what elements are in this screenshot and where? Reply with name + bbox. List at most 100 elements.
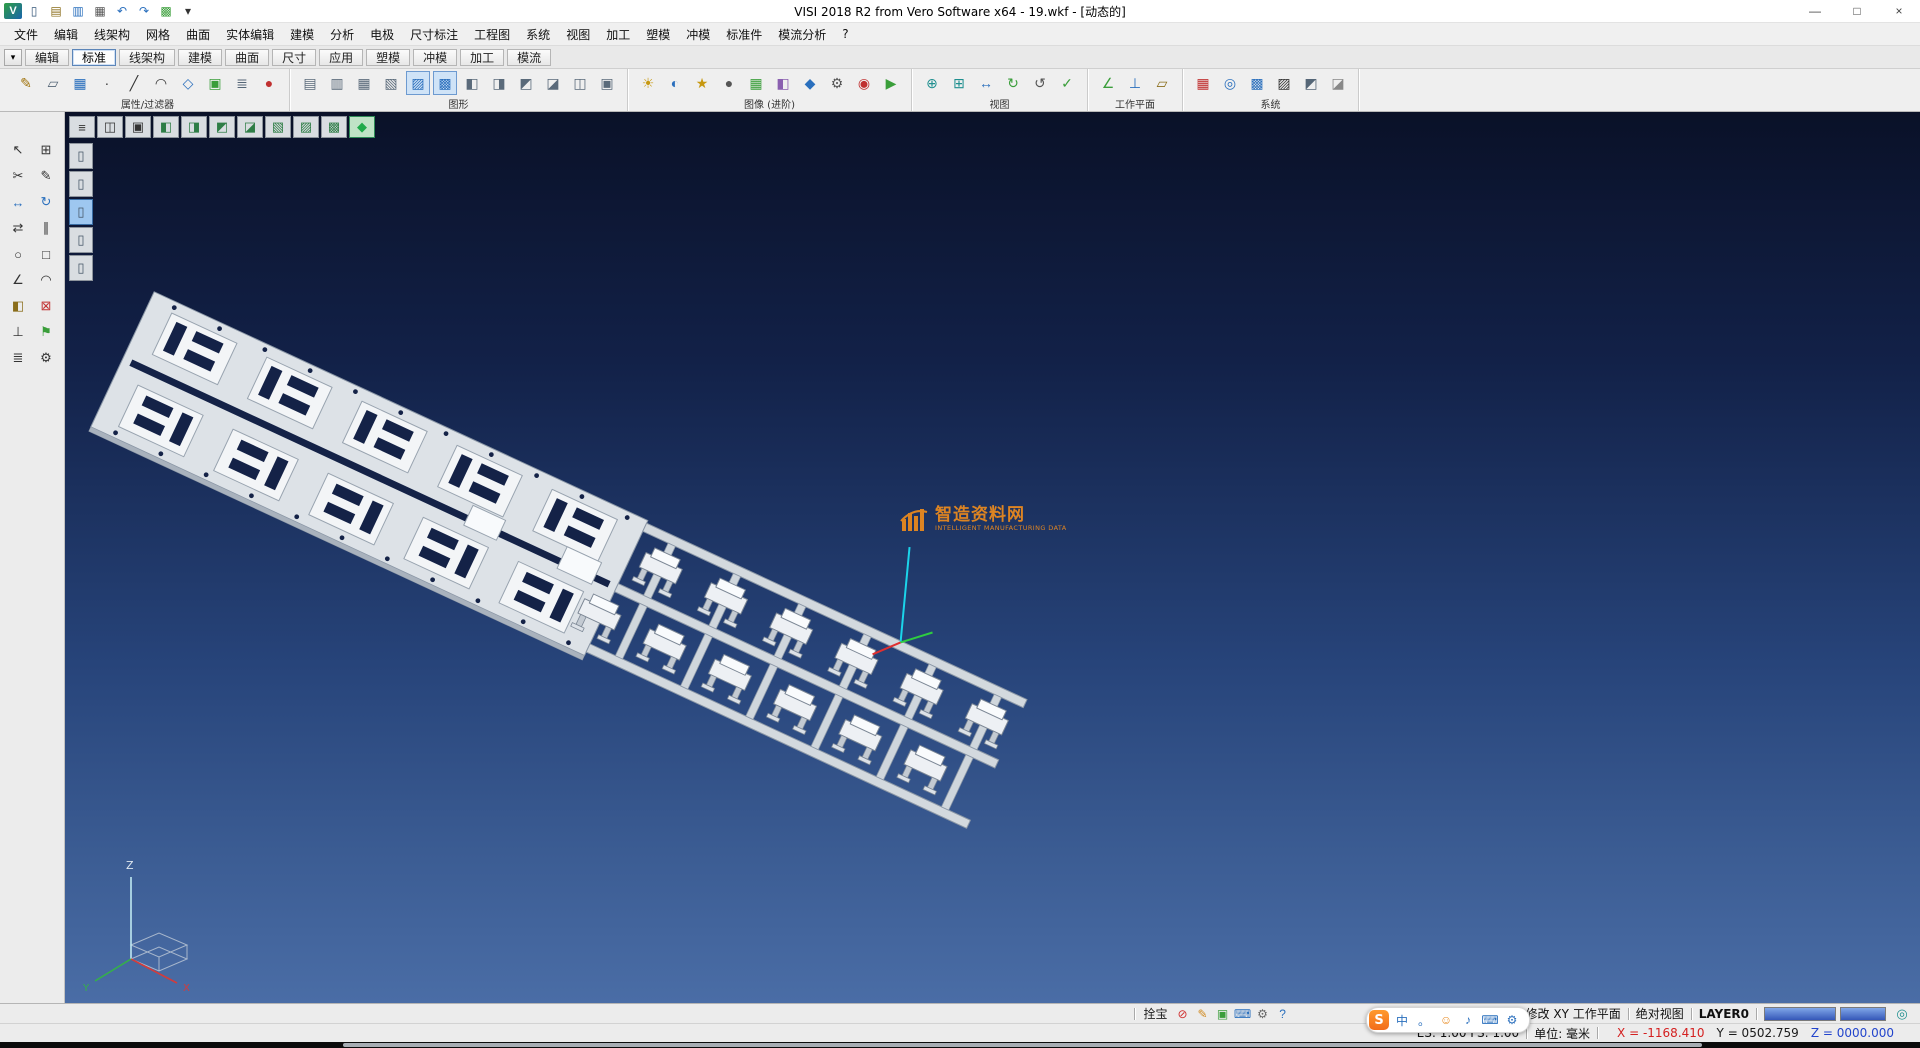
circle-icon[interactable]: ○ <box>5 242 31 266</box>
help-tool-icon[interactable]: ? <box>1274 1006 1292 1022</box>
viewport-canvas[interactable]: ≡ ◫ ▣ ◧ ◨ ◩ ◪ ▧ ▨ ▩ <box>65 112 1920 1003</box>
web-icon[interactable]: ◎ <box>1892 1006 1912 1022</box>
ime-punct-icon[interactable]: 。 <box>1413 1010 1435 1030</box>
show-points-icon[interactable]: ◩ <box>514 71 538 95</box>
ime-mic-icon[interactable]: ♪ <box>1457 1010 1479 1030</box>
shadows-icon[interactable]: ● <box>717 71 741 95</box>
view-back-icon[interactable]: ▨ <box>293 116 319 138</box>
offset-icon[interactable]: ∥ <box>33 216 59 240</box>
zoom-all-icon[interactable]: ⊕ <box>920 71 944 95</box>
menu-item[interactable]: 系统 <box>518 23 558 46</box>
view-list-icon[interactable]: ≡ <box>69 116 95 138</box>
matrix-icon[interactable]: ◩ <box>1299 71 1323 95</box>
list-icon[interactable]: ≣ <box>5 346 31 370</box>
zoom-window-icon[interactable]: ⊞ <box>947 71 971 95</box>
menu-item[interactable]: 线架构 <box>86 23 138 46</box>
filter-lines-icon[interactable]: ╱ <box>122 71 146 95</box>
show-surfaces-icon[interactable]: ◧ <box>460 71 484 95</box>
view-front-icon[interactable]: ◨ <box>181 116 207 138</box>
menu-item[interactable]: 塑模 <box>638 23 678 46</box>
maximize-button[interactable]: □ <box>1836 0 1878 22</box>
workplane-3point-icon[interactable]: ⊥ <box>1123 71 1147 95</box>
previous-view-icon[interactable]: ↺ <box>1028 71 1052 95</box>
measure-icon[interactable]: ⊥ <box>5 320 31 344</box>
multi-viewport-icon[interactable]: ▣ <box>125 116 151 138</box>
visi-logo-icon[interactable]: V <box>4 3 22 19</box>
active-layer-label[interactable]: LAYER0 <box>1699 1007 1749 1021</box>
redraw-icon[interactable]: ✓ <box>1055 71 1079 95</box>
menu-item[interactable]: 尺寸标注 <box>402 23 466 46</box>
menu-item[interactable]: 编辑 <box>46 23 86 46</box>
show-solids-icon[interactable]: ▩ <box>433 71 457 95</box>
edit-attributes-icon[interactable]: ✎ <box>14 71 38 95</box>
ime-emoji-icon[interactable]: ☺ <box>1435 1010 1457 1030</box>
move-icon[interactable]: ↔ <box>5 190 31 214</box>
menu-item[interactable]: 加工 <box>598 23 638 46</box>
menu-item[interactable]: 视图 <box>558 23 598 46</box>
menu-item[interactable]: ? <box>834 24 856 44</box>
taskbar-segment[interactable] <box>343 1043 1702 1047</box>
view-iso-icon[interactable]: ◆ <box>349 116 375 138</box>
pixel-map-icon[interactable]: ▨ <box>1272 71 1296 95</box>
keyboard-tool-icon[interactable]: ⌨ <box>1234 1006 1252 1022</box>
workplane-xy-icon[interactable]: ∠ <box>1096 71 1120 95</box>
polyline-icon[interactable]: ∠ <box>5 268 31 292</box>
wireframe-view-icon[interactable]: ▥ <box>325 71 349 95</box>
texture-icon[interactable]: ◧ <box>771 71 795 95</box>
filter-surfaces-icon[interactable]: ◇ <box>176 71 200 95</box>
background-icon[interactable]: ▦ <box>744 71 768 95</box>
snapshot-icon[interactable]: ◉ <box>852 71 876 95</box>
filter-elements-icon[interactable]: ▦ <box>68 71 92 95</box>
view-mode-label[interactable]: 绝对视图 <box>1636 1005 1684 1022</box>
menu-item[interactable]: 冲模 <box>678 23 718 46</box>
select-icon[interactable]: ↖ <box>5 138 31 162</box>
filter-solids-icon[interactable]: ▣ <box>203 71 227 95</box>
layers-icon[interactable]: ◪ <box>1326 71 1350 95</box>
filter-layers-icon[interactable]: ≣ <box>230 71 254 95</box>
view-left-icon[interactable]: ▧ <box>265 116 291 138</box>
undo-icon[interactable]: ↶ <box>112 2 132 20</box>
ghost-view-icon[interactable]: ▧ <box>379 71 403 95</box>
ime-keyboard-icon[interactable]: ⌨ <box>1479 1010 1501 1030</box>
view-bottom-icon[interactable]: ▩ <box>321 116 347 138</box>
toolbar-tab[interactable]: 编辑 <box>25 49 69 66</box>
rotate-icon[interactable]: ↻ <box>33 190 59 214</box>
customize-icon[interactable]: ▾ <box>178 2 198 20</box>
toolbar-tab[interactable]: 模流 <box>507 49 551 66</box>
shaded-view-icon[interactable]: ▤ <box>298 71 322 95</box>
view-axonometric-icon[interactable]: ◧ <box>153 116 179 138</box>
toolbar-tab[interactable]: 标准 <box>72 49 116 66</box>
toolbar-tab[interactable]: 塑模 <box>366 49 410 66</box>
grid-settings-icon[interactable]: ▩ <box>1245 71 1269 95</box>
menu-item[interactable]: 模流分析 <box>770 23 834 46</box>
render-settings-icon[interactable]: ◎ <box>1218 71 1242 95</box>
print-icon[interactable]: ▦ <box>90 2 110 20</box>
pan-icon[interactable]: ↔ <box>974 71 998 95</box>
show-annotations-icon[interactable]: ◪ <box>541 71 565 95</box>
capture-icon[interactable]: ⊘ <box>1174 1006 1192 1022</box>
window-layout-icon[interactable]: ▩ <box>156 2 176 20</box>
menu-item[interactable]: 建模 <box>282 23 322 46</box>
show-wireframe-icon[interactable]: ◨ <box>487 71 511 95</box>
menu-item[interactable]: 文件 <box>6 23 46 46</box>
copy-attributes-icon[interactable]: ▱ <box>41 71 65 95</box>
close-button[interactable]: × <box>1878 0 1920 22</box>
toolbar-tab[interactable]: 曲面 <box>225 49 269 66</box>
reflection-icon[interactable]: ◆ <box>798 71 822 95</box>
show-axes-icon[interactable]: ◫ <box>568 71 592 95</box>
tab-dropdown-button[interactable]: ▾ <box>4 49 22 66</box>
menu-item[interactable]: 实体编辑 <box>218 23 282 46</box>
shade-icon[interactable]: ◧ <box>5 294 31 318</box>
erase-icon[interactable]: ⊠ <box>33 294 59 318</box>
solid-filter-icon[interactable]: ▯ <box>69 171 93 197</box>
toolbar-tab[interactable]: 建模 <box>178 49 222 66</box>
minimize-button[interactable]: — <box>1794 0 1836 22</box>
toolbar-tab[interactable]: 线架构 <box>119 49 175 66</box>
single-viewport-icon[interactable]: ◫ <box>97 116 123 138</box>
refresh-graphics-icon[interactable]: ▣ <box>595 71 619 95</box>
edit-note-icon[interactable]: ✎ <box>1194 1006 1212 1022</box>
image-tool-icon[interactable]: ▣ <box>1214 1006 1232 1022</box>
filter-arcs-icon[interactable]: ◠ <box>149 71 173 95</box>
menu-item[interactable]: 分析 <box>322 23 362 46</box>
wireframe-filter-icon[interactable]: ▯ <box>69 227 93 253</box>
